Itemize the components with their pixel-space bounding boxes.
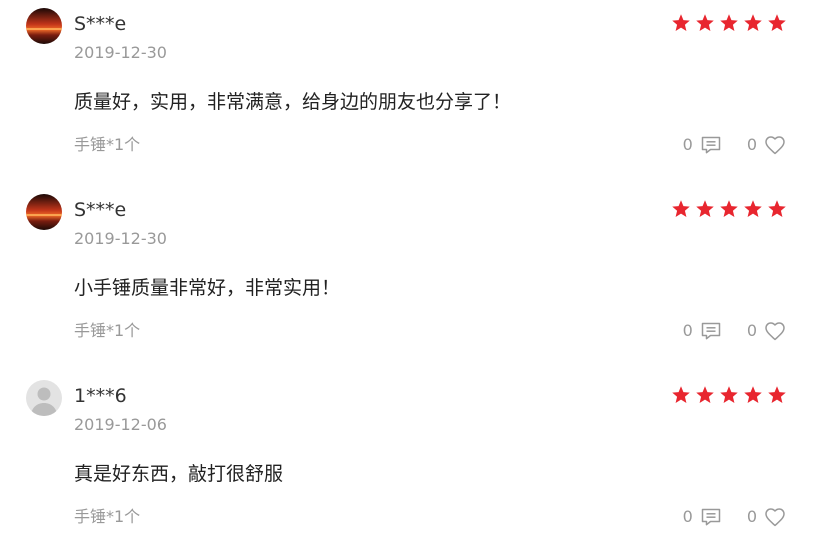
star-icon <box>720 14 738 31</box>
like-button[interactable]: 0 <box>747 505 787 529</box>
sunset-avatar-image <box>26 8 62 44</box>
heart-icon <box>765 322 785 341</box>
review-item: S***e 2019-12-30 质量好，实用，非常满意，给身边的朋友也分享了！… <box>0 0 813 186</box>
comment-count: 0 <box>682 321 693 340</box>
review-item: S***e 2019-12-30 小手锤质量非常好，非常实用！ 手锤*1个 0 … <box>0 186 813 372</box>
review-content: 质量好，实用，非常满意，给身边的朋友也分享了！ <box>74 91 512 113</box>
review-actions: 0 0 <box>683 133 787 157</box>
star-icon <box>768 200 786 217</box>
username: S***e <box>74 199 127 221</box>
avatar[interactable] <box>26 194 62 230</box>
review-date: 2019-12-06 <box>74 415 167 434</box>
comment-count: 0 <box>682 135 693 154</box>
star-icon <box>768 14 786 31</box>
comment-icon <box>701 508 721 526</box>
star-rating <box>671 13 787 33</box>
star-icon <box>720 200 738 217</box>
comment-count: 0 <box>682 507 693 526</box>
review-content: 真是好东西，敲打很舒服 <box>74 463 284 485</box>
like-count: 0 <box>746 507 757 526</box>
review-date: 2019-12-30 <box>74 229 167 248</box>
star-icon <box>696 200 714 217</box>
star-icon <box>744 386 762 403</box>
star-icon <box>672 14 690 31</box>
star-icon <box>720 386 738 403</box>
product-spec: 手锤*1个 <box>74 507 141 526</box>
like-count: 0 <box>746 135 757 154</box>
star-icon <box>744 200 762 217</box>
heart-icon <box>765 508 785 527</box>
product-spec: 手锤*1个 <box>74 135 141 154</box>
product-spec: 手锤*1个 <box>74 321 141 340</box>
username: S***e <box>74 13 127 35</box>
star-icon <box>672 386 690 403</box>
star-icon <box>768 386 786 403</box>
comment-icon <box>701 322 721 340</box>
star-icon <box>696 14 714 31</box>
sunset-avatar-image <box>26 194 62 230</box>
like-button[interactable]: 0 <box>747 133 787 157</box>
review-actions: 0 0 <box>683 505 787 529</box>
star-icon <box>696 386 714 403</box>
avatar[interactable] <box>26 380 62 416</box>
comment-icon <box>701 136 721 154</box>
username: 1***6 <box>74 385 127 407</box>
like-button[interactable]: 0 <box>747 319 787 343</box>
review-list: S***e 2019-12-30 质量好，实用，非常满意，给身边的朋友也分享了！… <box>0 0 813 546</box>
comment-button[interactable]: 0 <box>683 133 723 157</box>
star-rating <box>671 385 787 405</box>
avatar[interactable] <box>26 8 62 44</box>
review-date: 2019-12-30 <box>74 43 167 62</box>
review-content: 小手锤质量非常好，非常实用！ <box>74 277 341 299</box>
star-icon <box>744 14 762 31</box>
star-icon <box>672 200 690 217</box>
heart-icon <box>765 136 785 155</box>
star-rating <box>671 199 787 219</box>
default-user-avatar-icon <box>26 380 62 416</box>
comment-button[interactable]: 0 <box>683 319 723 343</box>
review-actions: 0 0 <box>683 319 787 343</box>
like-count: 0 <box>746 321 757 340</box>
review-item: 1***6 2019-12-06 真是好东西，敲打很舒服 手锤*1个 0 0 <box>0 372 813 558</box>
comment-button[interactable]: 0 <box>683 505 723 529</box>
